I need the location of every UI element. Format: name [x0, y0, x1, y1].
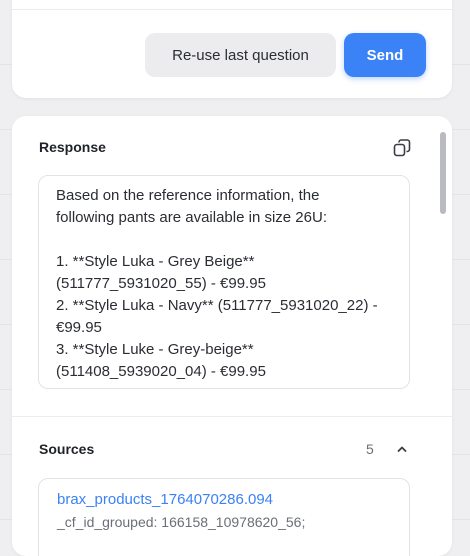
response-line: following pants are available in size 26…	[56, 207, 397, 229]
sources-count-badge: 5	[366, 441, 374, 457]
response-line: Based on the reference information, the	[56, 185, 397, 207]
section-divider	[12, 416, 452, 417]
results-card: Response Based on the reference informat…	[12, 116, 452, 556]
copy-icon[interactable]	[392, 138, 412, 158]
response-text-box[interactable]: Based on the reference information, the …	[38, 175, 410, 389]
send-button[interactable]: Send	[344, 33, 426, 77]
query-divider	[12, 9, 452, 10]
source-item[interactable]: brax_products_1764070286.094 _cf_id_grou…	[38, 478, 410, 556]
sources-heading: Sources	[39, 441, 94, 457]
source-meta: _cf_id_grouped: 166158_10978620_56;	[57, 514, 391, 530]
response-line: 3. **Style Luke - Grey-beige**	[56, 339, 397, 361]
response-line: (511777_5931020_55) - €99.95	[56, 273, 397, 295]
response-line: €99.95	[56, 317, 397, 339]
scrollbar-thumb[interactable]	[440, 132, 446, 214]
reuse-last-question-button[interactable]: Re-use last question	[145, 33, 336, 77]
response-line	[56, 229, 397, 251]
response-line: (511408_5939020_04) - €99.95	[56, 361, 397, 383]
response-line: 1. **Style Luka - Grey Beige**	[56, 251, 397, 273]
chevron-up-icon[interactable]	[396, 443, 408, 455]
source-link[interactable]: brax_products_1764070286.094	[57, 491, 391, 508]
response-heading: Response	[39, 139, 106, 155]
query-card: Re-use last question Send	[12, 0, 452, 98]
response-line: 2. **Style Luka - Navy** (511777_5931020…	[56, 295, 397, 317]
